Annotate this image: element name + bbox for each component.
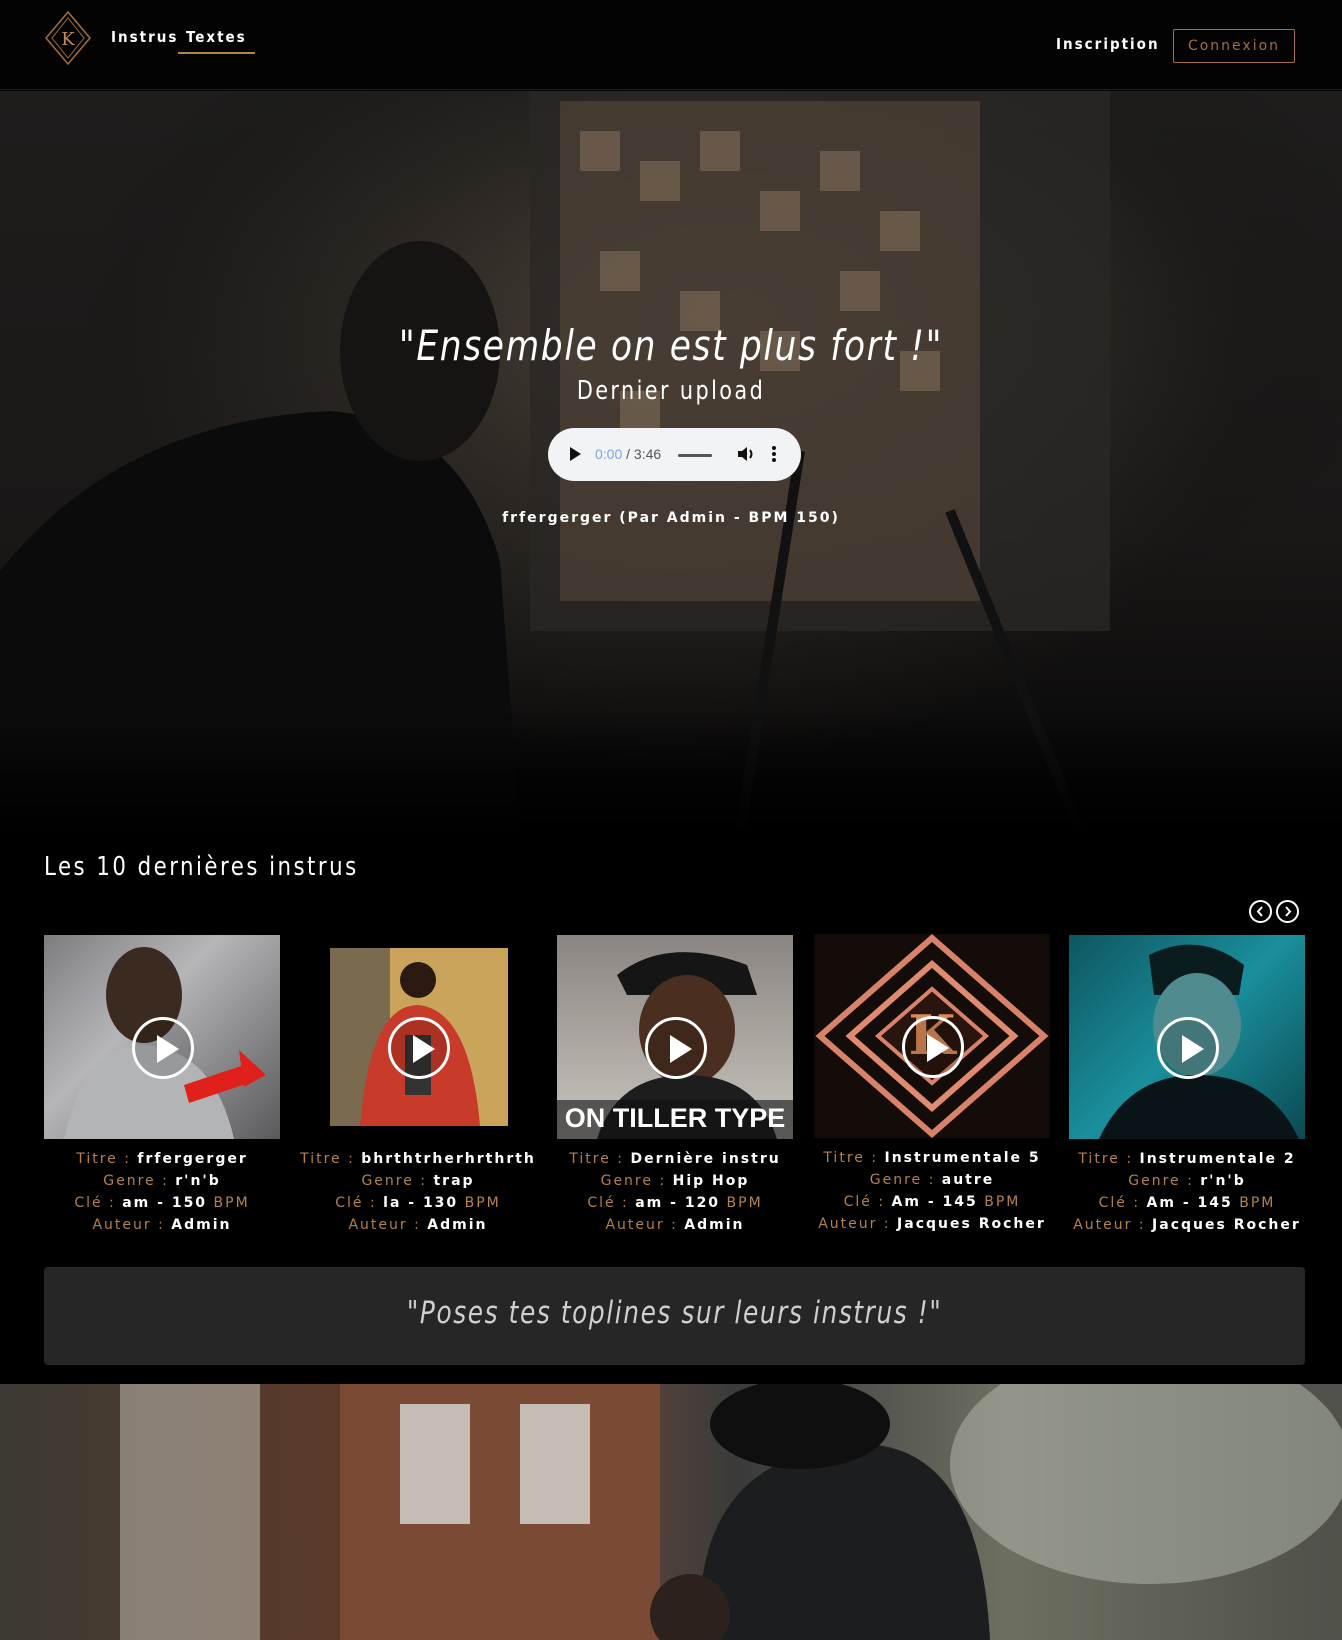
nav-link-textes[interactable]: Textes (178, 28, 255, 54)
audio-time: 0:00 / 3:46 (595, 446, 661, 462)
bottom-background-image (0, 1384, 1342, 1640)
play-icon[interactable] (388, 1017, 450, 1079)
instru-meta: Titre : Dernière instru Genre : Hip Hop … (569, 1151, 781, 1233)
play-icon[interactable] (132, 1017, 194, 1079)
instru-thumbnail[interactable]: K (814, 934, 1050, 1138)
audio-progress-bar[interactable] (678, 454, 712, 457)
nav-link-instrus[interactable]: Instrus (111, 28, 178, 46)
instru-thumbnail[interactable] (1069, 935, 1305, 1139)
more-options-icon[interactable] (771, 444, 777, 464)
street-photo (120, 1384, 1342, 1640)
instru-thumbnail[interactable]: ON TILLER TYPE (557, 935, 793, 1139)
carousel-arrows (1249, 900, 1303, 926)
instru-thumbnail[interactable] (44, 935, 280, 1139)
instru-meta: Titre : Instrumentale 2 Genre : r'n'b Cl… (1073, 1151, 1301, 1233)
k-logo-icon[interactable]: K (44, 10, 92, 66)
volume-icon[interactable] (736, 444, 756, 464)
hero-section: "Ensemble on est plus fort !" Dernier up… (0, 91, 1342, 831)
play-icon[interactable] (902, 1016, 964, 1078)
play-icon[interactable] (645, 1017, 707, 1079)
topline-banner: "Poses tes toplines sur leurs instrus !" (44, 1267, 1305, 1365)
register-link[interactable]: Inscription (1056, 35, 1160, 53)
latest-upload-info: frfergerger (Par Admin - BPM 150) (502, 510, 840, 526)
svg-text:K: K (61, 29, 75, 50)
play-icon[interactable] (570, 447, 581, 461)
audio-player[interactable]: 0:00 / 3:46 (548, 428, 801, 481)
top-nav: K Instrus Textes Inscription Connexion (0, 0, 1342, 90)
audio-current-time: 0:00 (595, 446, 623, 462)
chevron-left-icon[interactable] (1249, 900, 1272, 923)
banner-text: "Poses tes toplines sur leurs instrus !" (406, 1295, 943, 1331)
instru-thumbnail[interactable] (300, 935, 536, 1139)
instru-meta: Titre : frfergerger Genre : r'n'b Clé : … (74, 1151, 250, 1233)
hero-subtitle: Dernier upload (576, 376, 766, 406)
login-button[interactable]: Connexion (1173, 29, 1295, 63)
play-icon[interactable] (1157, 1017, 1219, 1079)
thumbnail-overlay-text: ON TILLER TYPE (564, 1103, 786, 1133)
instru-meta: Titre : Instrumentale 5 Genre : autre Cl… (818, 1150, 1046, 1232)
hero-fade (0, 711, 1342, 831)
instru-meta: Titre : bhrthtrherhrthrth Genre : trap C… (300, 1151, 536, 1233)
hero-quote: "Ensemble on est plus fort !" (398, 321, 944, 370)
latest-instrus-title: Les 10 dernières instrus (44, 852, 359, 882)
chevron-right-icon[interactable] (1276, 900, 1299, 923)
audio-duration: / 3:46 (626, 446, 662, 462)
